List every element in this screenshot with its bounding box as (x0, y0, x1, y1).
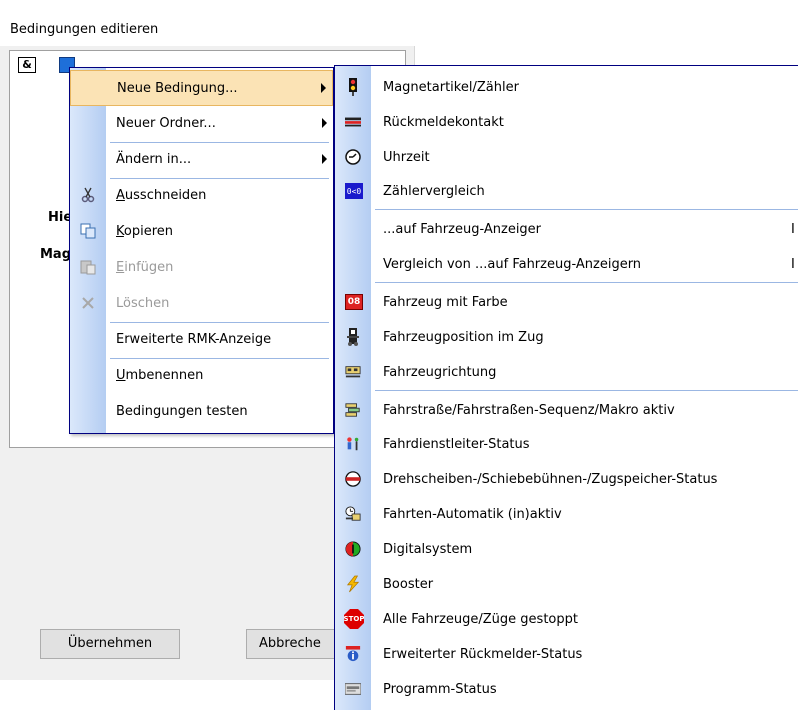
menu-item-rename[interactable]: Umbenennen (70, 358, 333, 394)
menu-item-label: Einfügen (116, 260, 174, 275)
submenu-item-label: Booster (383, 577, 434, 592)
submenu-arrow-icon (322, 118, 327, 128)
submenu-separator (375, 282, 798, 283)
vehicle-direction-icon (345, 364, 361, 380)
menu-item-test-conditions[interactable]: Bedingungen testen (70, 394, 333, 430)
paste-icon (80, 259, 96, 275)
submenu-item-extended-feedback-status[interactable]: Erweiterter Rückmelder-Status (335, 637, 798, 673)
menu-item-delete[interactable]: Löschen (70, 286, 333, 322)
submenu-item-route-active[interactable]: Fahrstraße/Fahrstraßen-Sequenz/Makro akt… (335, 393, 798, 429)
menu-item-label: Bedingungen testen (116, 404, 248, 419)
submenu-item-label: Erweiterter Rückmelder-Status (383, 647, 583, 662)
stop-icon: STOP (344, 609, 364, 629)
submenu-item-train-position[interactable]: Fahrzeugposition im Zug (335, 320, 798, 356)
submenu-item-label: Zählervergleich (383, 184, 485, 199)
submenu-item-label: ...auf Fahrzeug-Anzeiger (383, 222, 542, 237)
submenu-separator (375, 390, 798, 391)
menu-item-label: Erweiterte RMK-Anzeige (116, 332, 272, 347)
submenu-item-label: Fahrstraße/Fahrstraßen-Sequenz/Makro akt… (383, 403, 675, 418)
menu-item-label: Neue Bedingung... (117, 81, 238, 96)
submenu-item-feedback-contact[interactable]: Rückmeldekontakt (335, 105, 798, 141)
submenu-item-label: Alle Fahrzeuge/Züge gestoppt (383, 612, 578, 627)
menu-item-change-to[interactable]: Ändern in... (70, 142, 333, 178)
submenu-item-booster[interactable]: Booster (335, 567, 798, 603)
submenu-item-label: Programm-Status (383, 682, 497, 697)
booster-icon (345, 575, 361, 593)
submenu-item-vehicle-direction[interactable]: Fahrzeugrichtung (335, 355, 798, 391)
menu-item-paste[interactable]: Einfügen (70, 250, 333, 286)
turntable-icon (345, 471, 361, 487)
info-icon (345, 646, 361, 662)
cancel-button[interactable]: Abbreche (246, 629, 346, 659)
submenu-item-magnet-counter[interactable]: Magnetartikel/Zähler (335, 70, 798, 106)
signal-icon (345, 78, 361, 96)
train-position-icon (345, 328, 361, 346)
submenu-item-label: Fahrzeug mit Farbe (383, 295, 508, 310)
submenu-item-label: Fahrten-Automatik (in)aktiv (383, 507, 562, 522)
submenu-separator (375, 209, 798, 210)
submenu-item-label: Rückmeldekontakt (383, 115, 504, 130)
submenu-item-label: Drehscheiben-/Schiebebühnen-/Zugspeicher… (383, 472, 718, 487)
menu-item-label: Kopieren (116, 224, 174, 239)
tree-label-partial-2: Mag (40, 247, 72, 262)
dispatcher-icon (345, 436, 361, 452)
dialog-titlebar: Bedingungen editieren (0, 0, 415, 46)
submenu-item-digital-system[interactable]: Digitalsystem (335, 532, 798, 568)
overflow-arrow-icon: I (791, 222, 795, 237)
menu-item-label: Neuer Ordner... (116, 116, 216, 131)
clock-icon (345, 149, 361, 165)
submenu-item-compare-vehicle-indicators[interactable]: Vergleich von ...auf Fahrzeug-Anzeigern … (335, 247, 798, 283)
new-condition-submenu: Magnetartikel/Zähler Rückmeldekontakt Uh… (334, 65, 798, 710)
and-node-icon[interactable]: & (18, 57, 36, 73)
submenu-item-dispatcher-status[interactable]: Fahrdienstleiter-Status (335, 427, 798, 463)
menu-item-cut[interactable]: Ausschneiden (70, 178, 333, 214)
submenu-item-label: Digitalsystem (383, 542, 473, 557)
submenu-item-label: Vergleich von ...auf Fahrzeug-Anzeigern (383, 257, 642, 272)
submenu-item-label: Magnetartikel/Zähler (383, 80, 519, 95)
submenu-item-label: Fahrzeugposition im Zug (383, 330, 544, 345)
program-icon (345, 681, 361, 697)
submenu-arrow-icon (322, 154, 327, 164)
delete-icon (80, 295, 96, 311)
submenu-item-automatic-mode[interactable]: Fahrten-Automatik (in)aktiv (335, 497, 798, 533)
submenu-item-label: Uhrzeit (383, 150, 430, 165)
menu-item-label: Umbenennen (116, 368, 204, 383)
submenu-item-vehicle-indicator[interactable]: ...auf Fahrzeug-Anzeiger I (335, 212, 798, 248)
apply-button[interactable]: Übernehmen (40, 629, 180, 659)
menu-item-new-condition[interactable]: Neue Bedingung... (70, 70, 333, 106)
menu-item-label: Löschen (116, 296, 170, 311)
route-icon (345, 402, 361, 418)
submenu-item-label: Fahrdienstleiter-Status (383, 437, 530, 452)
counter-compare-icon: 0<0 (345, 183, 363, 199)
menu-item-extended-rmk[interactable]: Erweiterte RMK-Anzeige (70, 322, 333, 358)
submenu-item-vehicle-color[interactable]: 08 Fahrzeug mit Farbe (335, 285, 798, 321)
vehicle-color-icon: 08 (345, 294, 363, 310)
menu-item-copy[interactable]: Kopieren (70, 214, 333, 250)
menu-item-label: Ändern in... (116, 152, 192, 167)
submenu-item-all-stopped[interactable]: STOP Alle Fahrzeuge/Züge gestoppt (335, 602, 798, 638)
dialog-title: Bedingungen editieren (10, 22, 159, 37)
menu-item-new-folder[interactable]: Neuer Ordner... (70, 106, 333, 142)
automatic-icon (345, 506, 361, 522)
overflow-arrow-icon: I (791, 257, 795, 272)
digital-system-icon (345, 541, 361, 557)
submenu-arrow-icon (321, 83, 326, 93)
submenu-item-time[interactable]: Uhrzeit (335, 140, 798, 176)
submenu-item-counter-compare[interactable]: 0<0 Zählervergleich (335, 174, 798, 210)
copy-icon (80, 223, 96, 239)
submenu-item-turntable-status[interactable]: Drehscheiben-/Schiebebühnen-/Zugspeicher… (335, 462, 798, 498)
submenu-item-program-status[interactable]: Programm-Status (335, 672, 798, 708)
menu-item-label: Ausschneiden (116, 188, 207, 203)
submenu-item-label: Fahrzeugrichtung (383, 365, 497, 380)
scissors-icon (80, 187, 96, 203)
feedback-contact-icon (345, 114, 361, 130)
context-menu: Neue Bedingung... Neuer Ordner... Ändern… (69, 67, 334, 434)
